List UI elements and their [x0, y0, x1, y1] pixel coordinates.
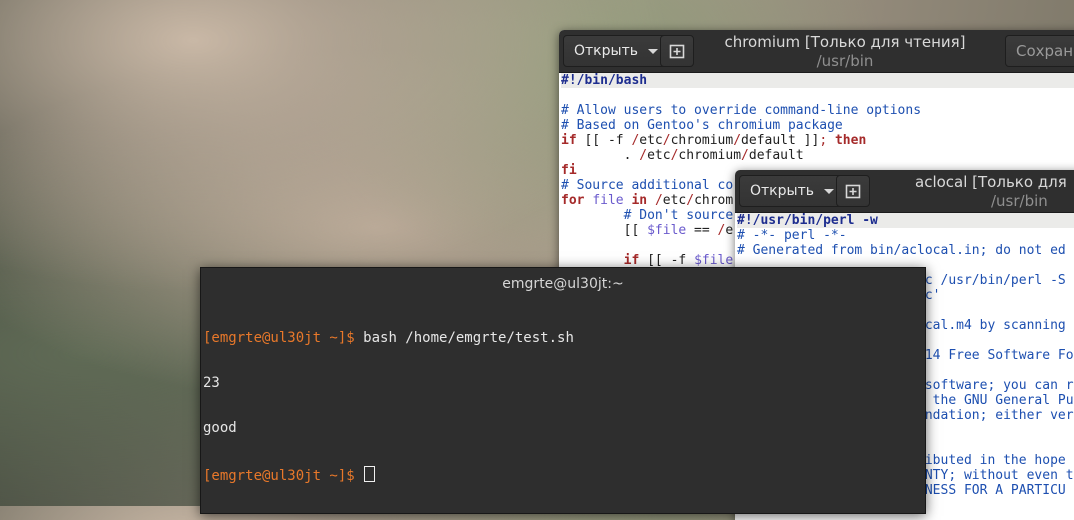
- editor-headerbar: Открыть aclocal [Только для /usr/bin: [735, 170, 1074, 213]
- new-document-button[interactable]: [660, 35, 694, 67]
- open-button-label: Открыть: [574, 43, 638, 59]
- code-line: #!/bin/bash: [561, 73, 1074, 88]
- terminal-line: 23: [203, 375, 220, 391]
- chevron-down-icon: [647, 48, 658, 54]
- new-tab-icon: [669, 44, 685, 59]
- document-name: aclocal [Только для: [915, 173, 1067, 191]
- code-line: # Generated from bin/aclocal.in; do not …: [737, 243, 1066, 258]
- code-line: # Based on Gentoo's chromium package: [561, 118, 843, 133]
- terminal-line: [emgrte@ul30jt ~]$ bash /home/emgrte/tes…: [203, 331, 925, 346]
- terminal-output[interactable]: [emgrte@ul30jt ~]$ bash /home/emgrte/tes…: [201, 301, 925, 514]
- editor-headerbar: Открыть chromium [Только для чтения] /us…: [559, 30, 1074, 73]
- save-button-label: Сохрани: [1016, 42, 1074, 60]
- new-tab-icon: [845, 184, 861, 199]
- open-button-label: Открыть: [750, 183, 814, 199]
- document-path: /usr/bin: [991, 192, 1048, 210]
- terminal-line: good: [203, 420, 237, 436]
- shell-prompt: [emgrte@ul30jt ~]$: [203, 468, 364, 484]
- code-line: # Allow users to override command-line o…: [561, 103, 922, 118]
- code-line: #!/usr/bin/perl -w: [737, 213, 1074, 228]
- new-document-button[interactable]: [836, 175, 870, 207]
- window-title: chromium [Только для чтения] /usr/bin: [699, 33, 991, 71]
- save-button[interactable]: Сохрани: [1005, 35, 1074, 67]
- shell-prompt: [emgrte@ul30jt ~]$: [203, 330, 364, 346]
- code-line: if [[ -f /etc/chromium/default ]]; then: [561, 133, 867, 148]
- document-path: /usr/bin: [816, 52, 874, 70]
- terminal-line: [emgrte@ul30jt ~]$: [203, 466, 925, 484]
- code-line: # -*- perl -*-: [737, 228, 847, 243]
- terminal-title: emgrte@ul30jt:~: [502, 276, 624, 292]
- terminal-window[interactable]: emgrte@ul30jt:~ [emgrte@ul30jt ~]$ bash …: [200, 267, 926, 514]
- code-line: . /etc/chromium/default: [561, 148, 804, 163]
- document-name: chromium [Только для чтения]: [724, 33, 966, 51]
- chevron-down-icon: [823, 188, 834, 194]
- open-button[interactable]: Открыть: [739, 175, 849, 207]
- text-cursor: [364, 466, 376, 482]
- command-text: bash /home/emgrte/test.sh: [363, 330, 574, 346]
- open-button[interactable]: Открыть: [563, 35, 673, 67]
- window-title: aclocal [Только для /usr/bin: [915, 173, 1074, 211]
